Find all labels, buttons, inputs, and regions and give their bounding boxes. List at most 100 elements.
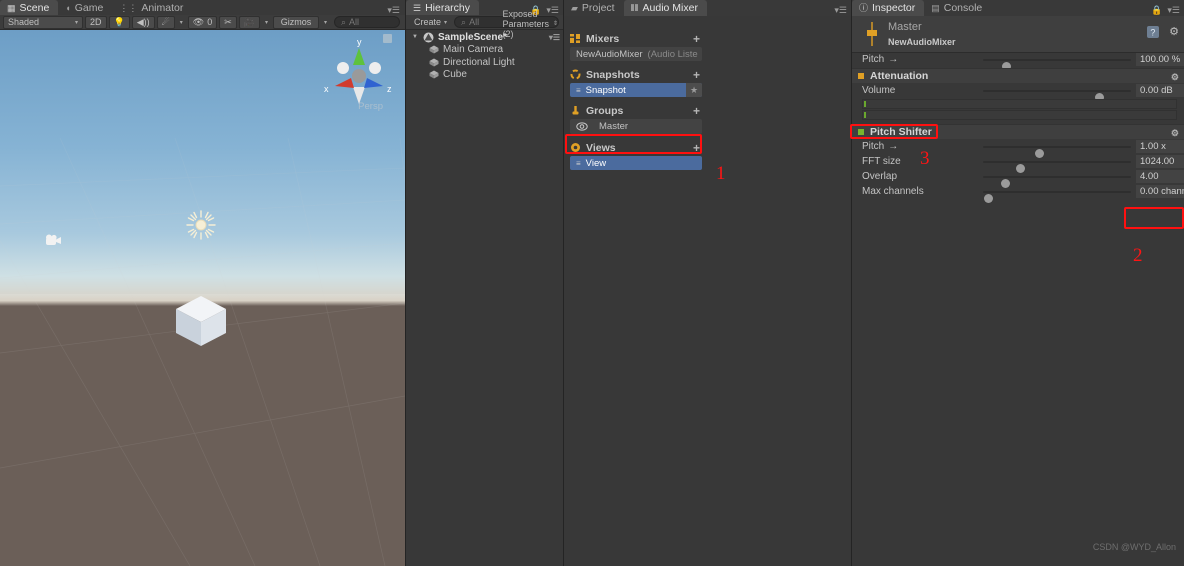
search-icon: ⌕: [461, 16, 467, 27]
exposed-parameters-dropdown[interactable]: Exposed Parameters (2) ⇕: [502, 9, 558, 39]
add-view-button[interactable]: +: [693, 142, 700, 154]
tab-console-label: Console: [943, 2, 983, 14]
mixer-tabbar-menu[interactable]: ▾☰: [834, 5, 852, 16]
scene-panel: ▦ Scene ◖ Game ⋮⋮ Animator ▾☰ Shaded ▾ 2…: [0, 0, 405, 566]
tab-inspector[interactable]: ⓘ Inspector: [852, 0, 925, 16]
hierarchy-item-directional-light[interactable]: Directional Light: [406, 56, 564, 69]
toggle-2d-button[interactable]: 2D: [85, 15, 107, 29]
lock-icon[interactable]: 🔒: [1151, 5, 1162, 16]
property-slider-knob[interactable]: [984, 194, 994, 203]
property-row-fft-size[interactable]: FFT size 1024.00: [852, 154, 1184, 173]
eye-icon[interactable]: [576, 122, 588, 131]
search-icon: ⌕: [341, 16, 347, 27]
tab-game[interactable]: ◖ Game: [58, 0, 112, 16]
lightbulb-icon: 💡: [113, 16, 125, 27]
property-value-field[interactable]: 100.00 %: [1136, 53, 1184, 66]
property-value-field[interactable]: 1.00 x: [1136, 140, 1184, 153]
attenuation-title: Attenuation: [870, 70, 929, 82]
scene-tabbar: ▦ Scene ◖ Game ⋮⋮ Animator ▾☰: [0, 0, 405, 16]
property-row-volume[interactable]: Volume 0.00 dB: [852, 83, 1184, 102]
section-header-views: Views +: [566, 139, 706, 156]
tab-console[interactable]: ▤ Console: [924, 0, 991, 16]
gameobject-icon: [429, 58, 439, 67]
tab-animator-label: Animator: [141, 2, 184, 14]
effect-color-swatch: [858, 73, 864, 79]
star-icon[interactable]: ★: [686, 83, 702, 97]
lighting-toggle-button[interactable]: 💡: [108, 15, 130, 29]
scene-tools-button[interactable]: ✂: [219, 15, 237, 29]
fx-dropdown-button[interactable]: ☄: [156, 15, 175, 29]
mixer-item-newaudiomixer[interactable]: NewAudioMixer (Audio Liste: [570, 47, 702, 61]
tab-hierarchy[interactable]: ☰ Hierarchy: [406, 0, 480, 16]
cube-mesh[interactable]: [172, 292, 230, 350]
camera-settings-button[interactable]: 🎥: [238, 15, 260, 29]
scene-viewport[interactable]: Persp y x z: [0, 30, 405, 566]
view-item-view[interactable]: ≡ View: [570, 156, 702, 170]
gizmos-label: Gizmos: [280, 17, 312, 27]
property-row-pitch[interactable]: Pitch → 100.00 %: [852, 52, 1184, 71]
annotation-number-3: 3: [920, 148, 930, 169]
section-header-groups: Groups +: [566, 102, 706, 119]
property-row-max-channels[interactable]: Max channels 0.00 chann: [852, 184, 1184, 203]
hierarchy-search-placeholder: All: [469, 17, 480, 27]
hierarchy-panel: ☰ Hierarchy 🔒 ▾☰ Create ▾ ⌕ All ▼ Sample…: [405, 0, 564, 566]
add-mixer-button[interactable]: +: [693, 33, 700, 45]
create-dropdown[interactable]: Create ▾: [409, 16, 452, 29]
add-group-button[interactable]: +: [693, 105, 700, 117]
property-value-field[interactable]: 0.00 chann: [1136, 185, 1184, 198]
property-slider-track[interactable]: [983, 191, 1131, 203]
grid-icon: ▦: [7, 2, 16, 13]
help-icon[interactable]: ?: [1147, 26, 1159, 38]
pitch-shifter-header[interactable]: Pitch Shifter ⚙: [852, 124, 1184, 139]
property-slider-track[interactable]: [983, 161, 1131, 173]
tab-scene[interactable]: ▦ Scene: [0, 0, 59, 16]
camera-caret[interactable]: ▾: [262, 16, 271, 29]
camera-gizmo-icon[interactable]: [44, 233, 66, 248]
tab-hierarchy-label: Hierarchy: [425, 2, 471, 14]
property-row-pitch-shifter-pitch[interactable]: Pitch → 1.00 x: [852, 139, 1184, 158]
gizmos-dropdown[interactable]: Gizmos: [272, 15, 319, 29]
property-slider-track[interactable]: [983, 90, 1131, 102]
property-row-overlap[interactable]: Overlap 4.00: [852, 169, 1184, 188]
gear-icon[interactable]: ⚙: [1169, 25, 1179, 38]
property-slider-track[interactable]: [983, 146, 1131, 158]
attenuation-header[interactable]: Attenuation ⚙: [852, 68, 1184, 83]
gear-icon[interactable]: ⚙: [1171, 128, 1179, 139]
chevron-down-icon: ⇕: [552, 21, 558, 27]
panel-menu-icon[interactable]: ▾☰: [1167, 5, 1180, 16]
scene-search-input[interactable]: ⌕ All: [334, 16, 400, 28]
volume-label-text: Volume: [862, 85, 896, 96]
disclosure-triangle-icon[interactable]: ▼: [412, 34, 419, 40]
property-value-field[interactable]: 4.00: [1136, 170, 1184, 183]
groups-master-row[interactable]: Master: [570, 119, 702, 134]
gizmos-caret[interactable]: ▾: [321, 16, 330, 29]
effect-block-pitch-shifter: Pitch Shifter ⚙ Pitch → 1.00 x FFT size: [852, 124, 1184, 203]
property-slider-track[interactable]: [983, 59, 1131, 71]
property-value-field[interactable]: 1024.00: [1136, 155, 1184, 168]
tab-audio-mixer[interactable]: ⦀⦀ Audio Mixer: [623, 0, 707, 16]
property-slider-track[interactable]: [983, 176, 1131, 188]
groups-icon: [572, 106, 579, 115]
fx-caret[interactable]: ▾: [177, 16, 186, 29]
scene-orientation-gizmo[interactable]: y x z: [321, 32, 397, 116]
attenuation-vu-meter-right: [862, 110, 1177, 120]
tab-animator[interactable]: ⋮⋮ Animator: [112, 0, 192, 16]
property-value-field[interactable]: 0.00 dB: [1136, 84, 1184, 97]
gear-icon[interactable]: ⚙: [1171, 72, 1179, 83]
hierarchy-item-label: Cube: [443, 69, 467, 81]
audio-toggle-button[interactable]: ◀)): [131, 15, 155, 29]
tab-project[interactable]: ▰ Project: [564, 0, 624, 16]
inspector-tabbar-right[interactable]: 🔒 ▾☰: [1151, 5, 1184, 16]
shading-mode-dropdown[interactable]: Shaded ▾: [3, 15, 83, 29]
info-icon: ⓘ: [859, 2, 869, 13]
panel-menu-icon[interactable]: ▾☰: [834, 5, 847, 16]
sun-icon[interactable]: [186, 210, 216, 240]
property-label: FFT size: [852, 156, 982, 167]
gameobject-icon: [429, 45, 439, 54]
snapshot-item-snapshot[interactable]: ≡ Snapshot ★: [570, 83, 702, 97]
hidden-objects-button[interactable]: 👁 0: [187, 15, 218, 29]
hierarchy-item-main-camera[interactable]: Main Camera: [406, 44, 564, 57]
hierarchy-item-cube[interactable]: Cube: [406, 69, 564, 82]
add-snapshot-button[interactable]: +: [693, 69, 700, 81]
scene-context-menu-icon[interactable]: ▾☰: [549, 33, 560, 42]
